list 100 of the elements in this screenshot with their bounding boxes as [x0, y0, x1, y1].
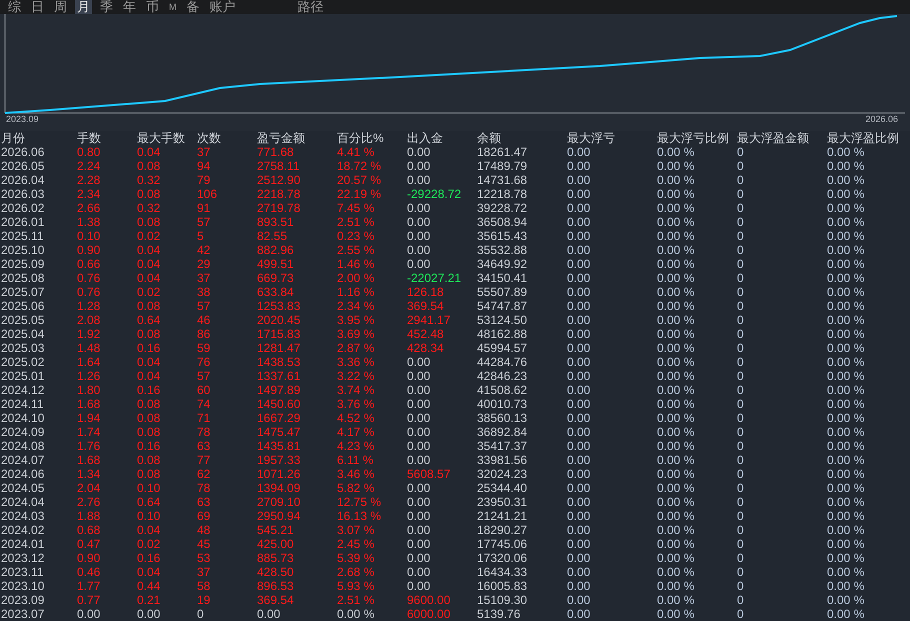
table-cell-text: 0.00 — [567, 397, 592, 411]
table-cell-text: 369.54 — [407, 299, 445, 313]
table-cell-text: 1667.29 — [257, 411, 302, 425]
table-cell-text: 0.00 % — [657, 439, 696, 453]
table-cell-text: 2024.06 — [1, 467, 46, 481]
axis-end-label: 2026.06 — [865, 114, 898, 126]
table-cell-text: 0 — [197, 607, 205, 621]
table-cell-text: 2719.78 — [257, 201, 302, 215]
table-cell-text: 0.00 — [407, 579, 432, 593]
table-cell-text: 633.84 — [257, 285, 295, 299]
period-tab[interactable]: 路径 — [296, 0, 326, 14]
table-cell-text: 0 — [737, 341, 745, 355]
table-cell-text: 0.04 — [137, 523, 162, 537]
table-cell-text: 0.00 % — [657, 593, 696, 607]
table-cell-text: 0.23 % — [337, 229, 376, 243]
table-cell-text: 0.00 — [407, 243, 432, 257]
table-cell-text: 1435.81 — [257, 439, 302, 453]
table-cell-text: 0.00 — [407, 215, 432, 229]
period-tab[interactable]: 月 — [75, 0, 92, 14]
table-cell-text: 0 — [737, 173, 745, 187]
period-tab[interactable]: M — [167, 0, 178, 14]
table-cell-text: 0.00 % — [657, 495, 696, 509]
table-cell-text: 0.00 % — [827, 397, 866, 411]
table-cell-text: 0.90 — [77, 551, 102, 565]
column-header: 百分比% — [337, 131, 385, 145]
table-cell-text: 0 — [737, 369, 745, 383]
table-cell-text: 425.00 — [257, 537, 295, 551]
period-tab[interactable]: 日 — [29, 0, 46, 14]
table-cell-text: 77 — [197, 453, 212, 467]
table-cell-text: 0.00 — [407, 425, 432, 439]
table-cell-text: 0.00 — [407, 509, 432, 523]
table-cell-text: 0.00 — [567, 229, 592, 243]
table-cell-text: 20.57 % — [337, 173, 382, 187]
table-cell-text: 0.00 — [567, 509, 592, 523]
column-header: 盈亏金额 — [257, 131, 306, 145]
period-tab[interactable]: 备 — [184, 0, 202, 14]
period-tab[interactable]: 周 — [52, 0, 69, 14]
table-cell-text: 0.00 — [567, 159, 592, 173]
table-cell-text: 62 — [197, 467, 212, 481]
table-cell-text: 0.08 — [137, 215, 162, 229]
table-cell-text: 0.00 — [567, 523, 592, 537]
table-cell-text: 0.00 % — [827, 313, 866, 327]
table-cell-text: 86 — [197, 327, 212, 341]
table-cell-text: 0.00 — [567, 145, 592, 159]
table-cell-text: 2026.03 — [1, 187, 46, 201]
table-cell-text: 2024.04 — [1, 495, 46, 509]
table-cell-text: 35532.88 — [477, 243, 528, 257]
table-cell-text: 0.32 — [137, 173, 162, 187]
table-cell-text: 0.08 — [137, 159, 162, 173]
table-cell-text: 0.02 — [137, 537, 162, 551]
table-cell-text: 2026.05 — [1, 159, 46, 173]
table-cell-text: 0.00 — [567, 313, 592, 327]
table-cell-text: 0.00 — [407, 537, 432, 551]
table-cell-text: 0.08 — [137, 327, 162, 341]
table-cell-text: 0 — [737, 495, 745, 509]
table-cell-text: 2.08 — [77, 313, 102, 327]
table-cell-text: 0.00 % — [657, 313, 696, 327]
table-cell-text: 499.51 — [257, 257, 295, 271]
table-cell-text: 0.00 % — [827, 439, 866, 453]
period-tab[interactable]: 季 — [98, 0, 115, 14]
table-cell-text: 0.00 % — [827, 215, 866, 229]
table-cell-text: 106 — [197, 187, 218, 201]
table-cell-text: 1957.33 — [257, 453, 302, 467]
table-cell-text: 0 — [737, 439, 745, 453]
table-cell-text: 0.08 — [137, 397, 162, 411]
table-cell-text: 1715.83 — [257, 327, 302, 341]
table-cell-text: 2026.01 — [1, 215, 46, 229]
table-cell-text: 0.00 — [407, 173, 432, 187]
table-cell-text: 0.00 % — [827, 467, 866, 481]
table-cell-text: 2023.09 — [1, 593, 46, 607]
table-cell-text: 0.00 — [567, 187, 592, 201]
period-tab[interactable]: 年 — [121, 0, 138, 14]
table-cell-text: 0.00 % — [657, 453, 696, 467]
table-cell-text: 2.87 % — [337, 341, 376, 355]
table-cell-text: 44284.76 — [477, 355, 528, 369]
table-cell-text: 2.34 — [77, 187, 102, 201]
table-cell-text: 2.24 — [77, 159, 102, 173]
table-cell-text: 1.80 — [77, 383, 102, 397]
table-cell-text: 0.16 — [137, 341, 162, 355]
table-cell-text: 0 — [737, 243, 745, 257]
table-cell-text: 0.00 % — [827, 495, 866, 509]
table-cell-text: 0.44 — [137, 579, 162, 593]
table-cell-text: 0.00 % — [827, 383, 866, 397]
table-cell-text: 0.00 % — [827, 271, 866, 285]
table-cell-text: 0.00 — [407, 439, 432, 453]
period-tab[interactable]: 综 — [6, 0, 23, 14]
period-tab[interactable]: 账户 — [208, 0, 238, 14]
table-cell-text: 0.00 % — [827, 341, 866, 355]
table-cell-text: 0.16 — [137, 439, 162, 453]
table-cell-text: 0.00 % — [827, 299, 866, 313]
table-cell-text: 18290.27 — [477, 523, 528, 537]
period-tab[interactable]: 币 — [144, 0, 161, 14]
table-cell-text: 2023.11 — [1, 565, 44, 579]
table-cell-text: 5.82 % — [337, 481, 376, 495]
table-cell-text: 0.00 % — [657, 299, 696, 313]
table-cell-text: 0.00 — [567, 201, 592, 215]
table-cell-text: 1.34 — [77, 467, 102, 481]
table-cell-text: 38 — [197, 285, 212, 299]
table-cell-text: 0 — [737, 201, 745, 215]
table-cell-text: 0.00 — [567, 215, 592, 229]
